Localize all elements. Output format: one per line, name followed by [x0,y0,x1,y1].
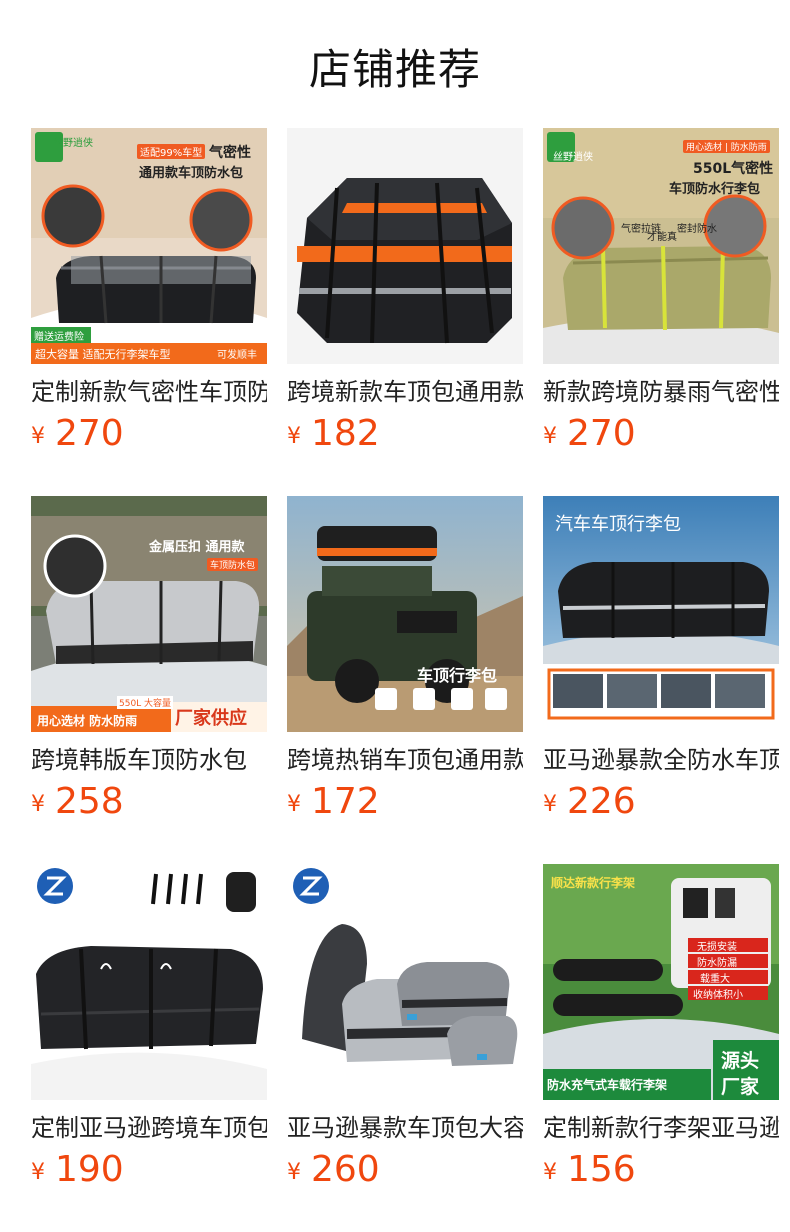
section-title: 店铺推荐 [308,45,481,94]
image-headline: 车顶防水行李包 [669,182,761,197]
image-badge: 防水防漏 [697,958,737,969]
price-value: 226 [567,781,636,822]
image-headline: 金属压扣 通用款 [149,540,245,555]
image-tag: 适配99%车型 [137,144,206,159]
image-headline: 车顶行李包 [417,666,498,685]
price-value: 270 [55,413,124,454]
product-price: ¥156 [543,1150,779,1193]
image-caption: 厂家供应 [175,708,247,729]
product-image[interactable] [287,128,523,364]
product-name[interactable]: 定制新款气密性车顶防水包 [31,376,267,408]
currency-symbol: ¥ [31,792,45,817]
image-headline: 通用款车顶防水包 [139,166,244,181]
price-value: 258 [55,781,124,822]
currency-symbol: ¥ [543,1160,557,1185]
currency-symbol: ¥ [287,1160,301,1185]
image-caption: 源头 [721,1050,760,1072]
product-card[interactable]: 丝野逍侠 用心选材 | 防水防雨 550L气密性 车顶防水行李包 气密拉链 才能… [543,128,779,457]
product-image[interactable]: 金属压扣 通用款 车顶防水包 550L 大容量 用心选材 防水防雨 厂家供应 [31,496,267,732]
currency-symbol: ¥ [31,1160,45,1185]
price-value: 156 [567,1149,636,1190]
image-feature: 才能真 [647,232,677,243]
product-card[interactable]: 金属压扣 通用款 车顶防水包 550L 大容量 用心选材 防水防雨 厂家供应 跨… [31,496,267,825]
product-image[interactable] [31,864,267,1100]
product-name[interactable]: 跨境热销车顶包通用款 [287,744,523,776]
currency-symbol: ¥ [31,424,45,449]
product-card[interactable]: 丝野逍侠 适配99%车型 气密性 通用款车顶防水包 赠送运费险 超大容量 适配无… [31,128,267,457]
product-card[interactable]: 跨境新款车顶包通用款 ¥182 [287,128,523,457]
product-card[interactable]: 定制亚马逊跨境车顶包 ¥190 [31,864,267,1193]
product-price: ¥172 [287,782,523,825]
price-value: 270 [567,413,636,454]
product-price: ¥270 [31,414,267,457]
currency-symbol: ¥ [543,424,557,449]
product-name[interactable]: 跨境韩版车顶防水包 [31,744,267,776]
price-value: 172 [311,781,380,822]
product-image[interactable]: 车顶行李包 [287,496,523,732]
image-tag: 车顶防水包 [207,558,259,571]
product-price: ¥226 [543,782,779,825]
product-price: ¥258 [31,782,267,825]
price-value: 260 [311,1149,380,1190]
image-caption: 厂家 [721,1076,760,1098]
product-image[interactable]: 汽车车顶行李包 [543,496,779,732]
currency-symbol: ¥ [287,424,301,449]
product-image[interactable]: 顺达新款行李架 无损安装 防水防漏 载重大 收纳体积小 防水充气式车载行李架 源… [543,864,779,1100]
product-price: ¥260 [287,1150,523,1193]
currency-symbol: ¥ [287,792,301,817]
image-badge: 赠送运费险 [34,332,84,343]
currency-symbol: ¥ [543,792,557,817]
product-name[interactable]: 新款跨境防暴雨气密性 [543,376,779,408]
image-tag: 用心选材 | 防水防雨 [683,140,770,153]
image-badge: 收纳体积小 [693,990,743,1001]
image-logo-text: 丝野逍侠 [553,152,593,163]
image-logo-text: 丝野逍侠 [53,138,93,149]
product-card[interactable]: 汽车车顶行李包 亚马逊暴款全防水车顶包 ¥226 [543,496,779,825]
image-headline: 550L气密性 [693,161,774,177]
product-name[interactable]: 跨境新款车顶包通用款 [287,376,523,408]
image-badge: 载重大 [700,974,730,985]
image-caption: 防水充气式车载行李架 [547,1078,668,1092]
image-caption: 超大容量 适配无行李架车型 [35,348,171,361]
image-headline: 汽车车顶行李包 [555,514,681,535]
product-price: ¥190 [31,1150,267,1193]
product-name[interactable]: 亚马逊暴款全防水车顶包 [543,744,779,776]
product-name[interactable]: 亚马逊暴款车顶包大容量 [287,1112,523,1144]
product-card[interactable]: 顺达新款行李架 无损安装 防水防漏 载重大 收纳体积小 防水充气式车载行李架 源… [543,864,779,1193]
image-feature: 密封防水 [677,224,717,235]
image-headline: 顺达新款行李架 [551,876,636,890]
product-name[interactable]: 定制新款行李架亚马逊 [543,1112,779,1144]
product-price: ¥182 [287,414,523,457]
image-headline: 气密性 [209,145,251,161]
image-caption: 用心选材 防水防雨 [37,714,138,728]
price-value: 190 [55,1149,124,1190]
product-card[interactable]: 车顶行李包 跨境热销车顶包通用款 ¥172 [287,496,523,825]
image-badge: 550L 大容量 [117,696,174,709]
price-value: 182 [311,413,380,454]
product-price: ¥270 [543,414,779,457]
product-name[interactable]: 定制亚马逊跨境车顶包 [31,1112,267,1144]
product-image[interactable]: 丝野逍侠 适配99%车型 气密性 通用款车顶防水包 赠送运费险 超大容量 适配无… [31,128,267,364]
image-badge: 无损安装 [697,942,737,953]
product-card[interactable]: 亚马逊暴款车顶包大容量 ¥260 [287,864,523,1193]
product-image[interactable]: 丝野逍侠 用心选材 | 防水防雨 550L气密性 车顶防水行李包 气密拉链 才能… [543,128,779,364]
product-image[interactable] [287,864,523,1100]
image-caption: 可发顺丰 [217,350,257,361]
